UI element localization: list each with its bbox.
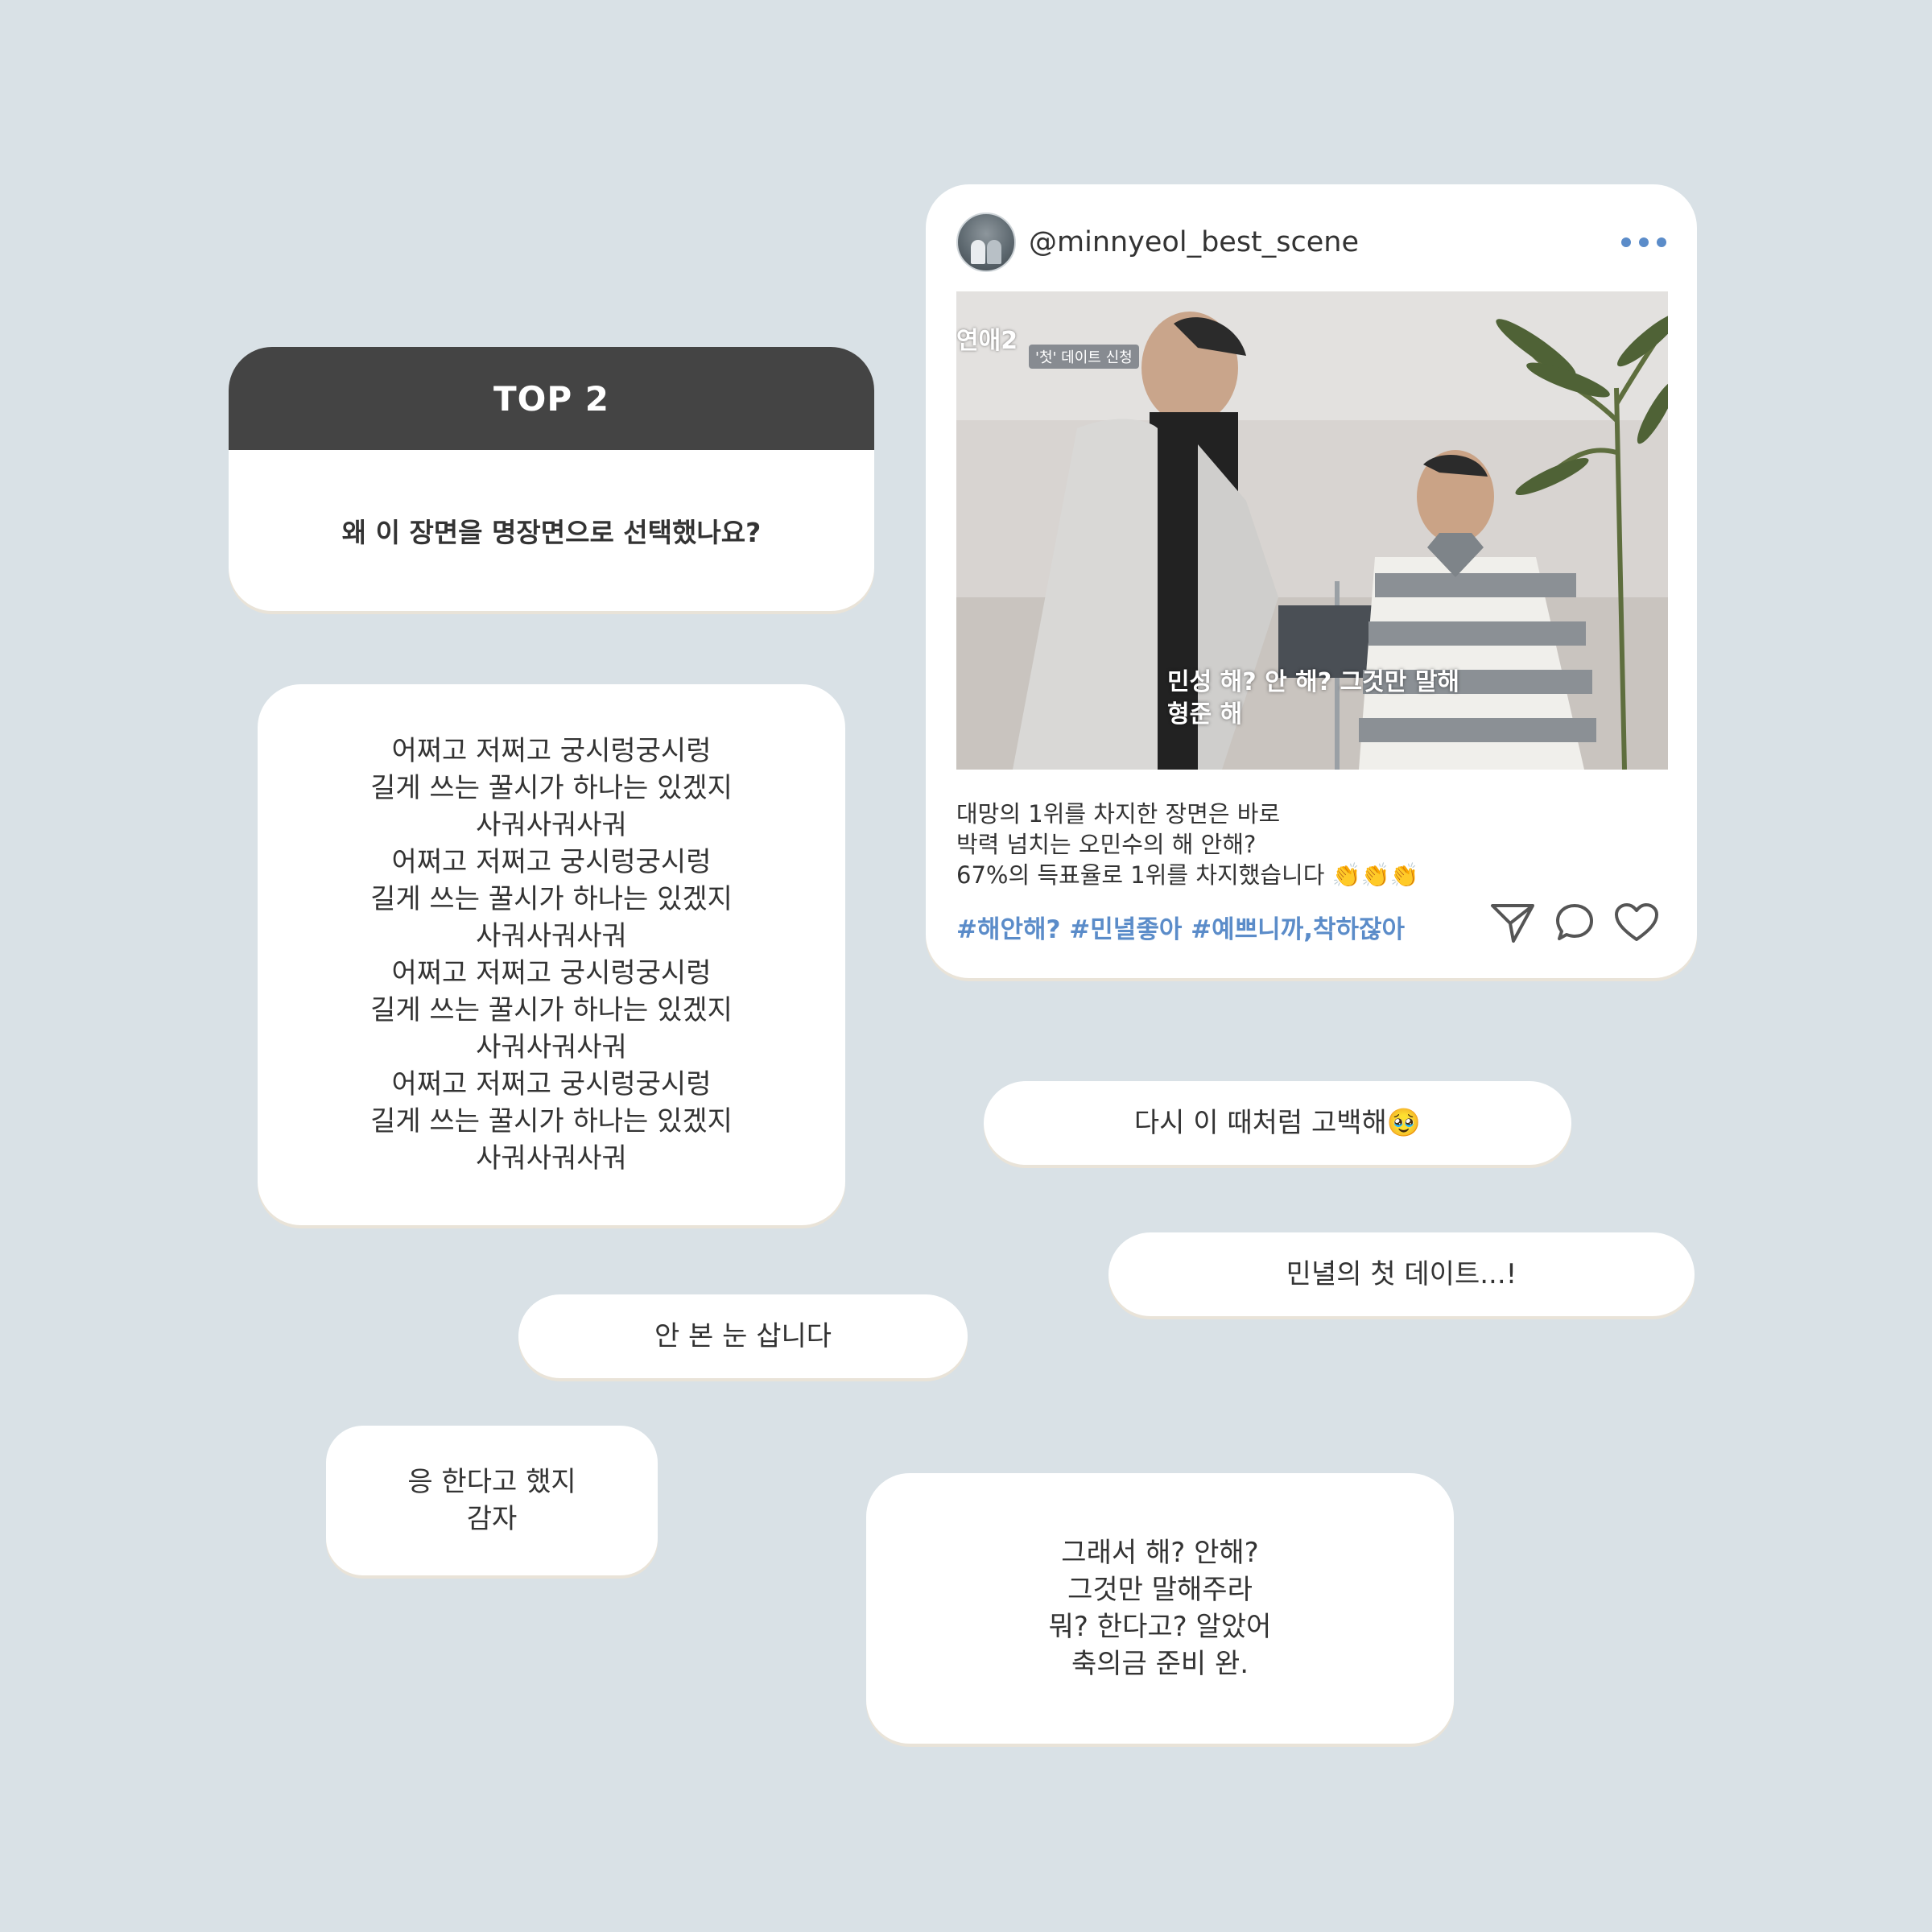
answer-bubble: 다시 이 때처럼 고백해🥹 xyxy=(984,1081,1571,1165)
answer-line: 어쩌고 저쩌고 궁시렁궁시렁 xyxy=(391,735,712,767)
answer-line: 어쩌고 저쩌고 궁시렁궁시렁 xyxy=(391,957,712,989)
caption-line: 대망의 1위를 차지한 장면은 바로 xyxy=(956,800,1281,828)
username[interactable]: @minnyeol_best_scene xyxy=(1029,226,1359,258)
answer-bubble: 그래서 해? 안해? 그것만 말해주라 뭐? 한다고? 알았어 축의금 준비 완… xyxy=(866,1473,1454,1744)
answer-bubble: 응 한다고 했지 감자 xyxy=(326,1426,658,1575)
post-image[interactable]: 연애2 '첫' 데이트 신청 민성 해? 안 해? 그것만 말해 형준 해 xyxy=(956,291,1668,770)
answer-line: 사궈사궈사궈 xyxy=(476,809,627,841)
answer-line: 감자 xyxy=(466,1503,518,1535)
answer-bubble-long: 어쩌고 저쩌고 궁시렁궁시렁 길게 쓰는 꿀시가 하나는 있겠지 사궈사궈사궈 … xyxy=(258,684,845,1225)
answer-line: 뭐? 한다고? 알았어 xyxy=(1048,1611,1272,1643)
question-text: 왜 이 장면을 명장면으로 선택했나요? xyxy=(341,517,762,548)
post-caption: 대망의 1위를 차지한 장면은 바로 박력 넘치는 오민수의 해 안해? 67%… xyxy=(956,799,1419,890)
avatar[interactable] xyxy=(956,213,1016,272)
show-tag: '첫' 데이트 신청 xyxy=(1029,345,1139,369)
video-subtitle: 형준 해 xyxy=(1167,700,1243,729)
show-logo: 연애2 xyxy=(956,327,1018,355)
answer-line: 어쩌고 저쩌고 궁시렁궁시렁 xyxy=(391,1068,712,1100)
heart-icon[interactable] xyxy=(1613,902,1660,943)
comment-icon[interactable] xyxy=(1554,902,1596,943)
caption-line: 67%의 득표율로 1위를 차지했습니다 👏👏👏 xyxy=(956,861,1419,889)
send-icon[interactable] xyxy=(1489,901,1536,944)
answer-bubble: 민녈의 첫 데이트...! xyxy=(1108,1232,1695,1316)
post-header: @minnyeol_best_scene xyxy=(956,213,1666,272)
answer-bubble: 안 본 눈 삽니다 xyxy=(518,1294,968,1378)
answer-line: 응 한다고 했지 xyxy=(407,1466,576,1498)
answer-line: 축의금 준비 완. xyxy=(1071,1648,1249,1680)
question-card-header: TOP 2 xyxy=(229,347,874,450)
hashtags[interactable]: #해안해? #민녈좋아 #예쁘니까,착하잖아 xyxy=(956,909,1405,945)
answer-line: 길게 쓰는 꿀시가 하나는 있겠지 xyxy=(370,994,733,1026)
answer-text: 다시 이 때처럼 고백해🥹 xyxy=(1133,1107,1422,1139)
more-dots-icon[interactable] xyxy=(1621,226,1666,258)
question-card: TOP 2 왜 이 장면을 명장면으로 선택했나요? xyxy=(229,347,874,611)
answer-line: 그것만 말해주라 xyxy=(1067,1574,1253,1606)
answer-line: 그래서 해? 안해? xyxy=(1061,1537,1259,1569)
answer-text: 안 본 눈 삽니다 xyxy=(654,1320,832,1352)
answer-line: 사궈사궈사궈 xyxy=(476,1142,627,1174)
answer-line: 길게 쓰는 꿀시가 하나는 있겠지 xyxy=(370,772,733,804)
answer-line: 길게 쓰는 꿀시가 하나는 있겠지 xyxy=(370,883,733,915)
answer-line: 길게 쓰는 꿀시가 하나는 있겠지 xyxy=(370,1105,733,1137)
post-card: @minnyeol_best_scene 연애2 '첫' 데이트 신청 민성 해… xyxy=(926,184,1697,978)
answer-text: 민녈의 첫 데이트...! xyxy=(1286,1258,1517,1290)
answer-line: 사궈사궈사궈 xyxy=(476,1031,627,1063)
answer-line: 사궈사궈사궈 xyxy=(476,920,627,952)
video-subtitle: 민성 해? 안 해? 그것만 말해 xyxy=(1167,668,1460,696)
post-actions xyxy=(1489,901,1660,944)
caption-line: 박력 넘치는 오민수의 해 안해? xyxy=(956,831,1257,858)
answer-line: 어쩌고 저쩌고 궁시렁궁시렁 xyxy=(391,846,712,878)
